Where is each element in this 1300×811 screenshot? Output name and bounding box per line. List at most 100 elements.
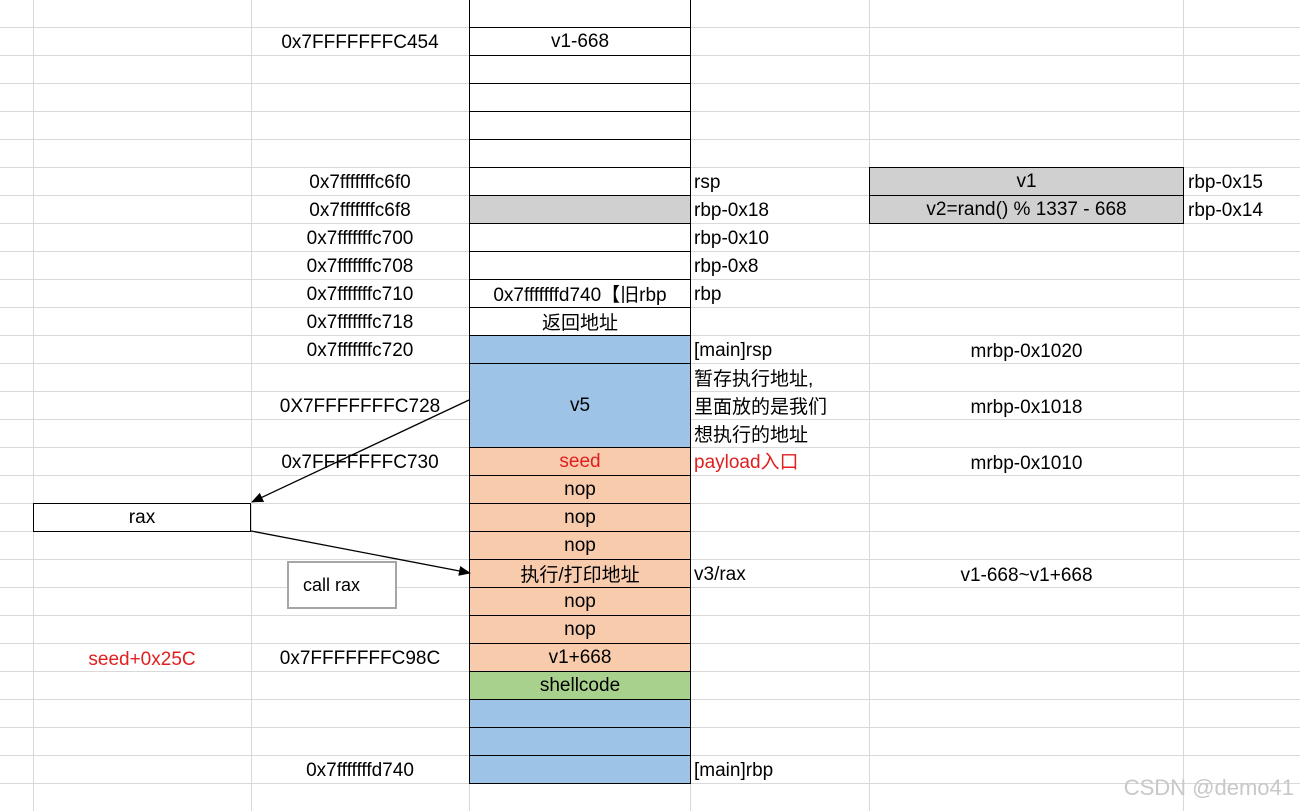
stack-side-label [690,309,869,337]
stack-slot [469,195,691,224]
stack-address: 0x7FFFFFFFC98C [279,648,441,669]
stack-slot [469,727,691,756]
stack-address [251,673,469,701]
stack-address [251,505,469,533]
stack-slot: seed [469,447,691,476]
stack-side-label [690,1,869,29]
stack-slot-content: v1+668 [548,646,612,668]
var-v2-cell: v2=rand() % 1337 - 668 [869,195,1184,224]
stack-slot-content: shellcode [539,674,621,696]
stack-slot: v1-668 [469,27,691,56]
stack-slot: nop [469,503,691,532]
stack-slot [469,167,691,196]
stack-slot [469,139,691,168]
call-rax-label: call rax [303,574,361,595]
stack-side-label: v3/rax [694,564,746,585]
stack-slot-content: nop [564,590,596,612]
stack-address: 0x7fffffffc6f0 [309,172,411,193]
stack-side-label [690,617,869,645]
stack-address [251,729,469,757]
stack-slot: 0x7fffffffd740【旧rbp [469,279,691,308]
stack-side-label: rbp-0x8 [694,256,759,277]
v5-note-line: 暂存执行地址, [694,369,814,390]
var-v1-cell: v1 [869,167,1184,196]
stack-side-label [690,533,869,561]
stack-slot-content: nop [564,478,596,500]
stack-slot [469,755,691,784]
stack-side-label: payload入口 [694,452,799,473]
stack-slot-content: v1-668 [550,30,610,52]
stack-slot: 返回地址 [469,307,691,336]
stack-address: 0x7FFFFFFFC454 [281,32,439,53]
stack-side-label: rbp [694,284,722,305]
var-v1-offset: rbp-0x15 [1188,172,1263,193]
stack-slot: v5 [469,363,691,448]
stack-address: 0x7fffffffc6f8 [309,200,411,221]
stack-address [251,85,469,113]
stack-address [251,701,469,729]
stack-address [251,113,469,141]
v5-note: 暂存执行地址, 里面放的是我们 想执行的地址 [694,366,827,450]
stack-side-label: [main]rbp [694,760,774,781]
stack-side-label: rbp-0x18 [694,200,769,221]
stack-address: 0x7fffffffc718 [306,312,414,333]
stack-slot [469,83,691,112]
stack-slot: v1+668 [469,643,691,672]
stack-slot-content: v5 [569,394,591,416]
v5-note-line: 里面放的是我们 [694,397,828,418]
stack-side-label [690,141,869,169]
exec-range-label: v1-668~v1+668 [960,565,1093,586]
stack-slot [469,111,691,140]
spreadsheet-canvas: 0x7FFFFFFFC454 0x7fffffffc6f0 0x7fffffffc6… [0,0,1300,811]
seed-offset-label: seed+0x25C [88,649,196,670]
stack-slot [469,699,691,728]
stack-side-label [690,477,869,505]
mrbp-v5-label: mrbp-0x1018 [970,397,1083,418]
stack-slot [469,55,691,84]
stack-slot [469,223,691,252]
stack-address: 0x7fffffffc710 [306,284,414,305]
stack-address: 0x7fffffffd740 [306,760,414,781]
stack-slot: shellcode [469,671,691,700]
stack-side-label [690,589,869,617]
stack-slot-content: 执行/打印地址 [520,565,640,586]
mrbp-rsp-label: mrbp-0x1020 [970,341,1083,362]
grid-column-line [33,0,34,811]
stack-side-label: [main]rsp [694,340,773,361]
stack-slot-content: 0x7fffffffd740【旧rbp [493,285,667,306]
stack-side-label [690,85,869,113]
stack-address: 0x7fffffffc700 [306,228,414,249]
rax-register-box: rax [33,503,251,532]
stack-slot-content: 返回地址 [541,313,618,334]
var-v2-offset: rbp-0x14 [1188,200,1263,221]
stack-address: 0x7fffffffc708 [306,256,414,277]
stack-side-label [690,113,869,141]
stack-side-label [690,57,869,85]
stack-slot: nop [469,615,691,644]
grid-column-line [1183,0,1184,811]
stack-slot [469,251,691,280]
stack-address [251,1,469,29]
call-rax-box: call rax [287,561,397,609]
stack-side-label [690,29,869,57]
watermark: CSDN @demo41 [1123,775,1294,800]
stack-address: 0x7fffffffc720 [306,340,414,361]
stack-address [251,533,469,561]
stack-slot: nop [469,531,691,560]
stack-slot-content: seed [559,450,601,472]
stack-slot: 执行/打印地址 [469,559,691,588]
stack-slot-content: nop [564,618,596,640]
stack-side-label [690,645,869,673]
stack-slot-content: nop [564,534,596,556]
stack-slot [469,335,691,364]
mrbp-seed-label: mrbp-0x1010 [970,453,1083,474]
stack-side-label: rsp [694,172,721,193]
stack-slot-content: nop [564,506,596,528]
stack-address [251,57,469,85]
stack-side-label [690,673,869,701]
stack-address [251,617,469,645]
stack-address: 0X7FFFFFFFC728 [279,396,441,417]
stack-address: 0x7FFFFFFFC730 [281,452,439,473]
stack-side-label: rbp-0x10 [694,228,769,249]
stack-slot: nop [469,587,691,616]
